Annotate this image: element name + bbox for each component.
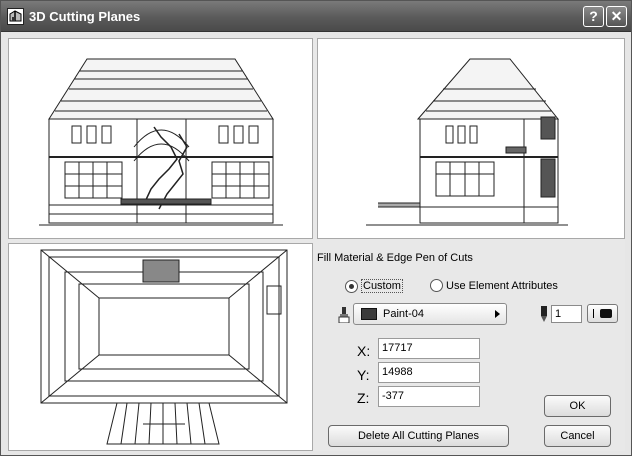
- cutting-planes-dialog: 3D Cutting Planes ? ✕ Fill Material & Ed…: [0, 0, 632, 456]
- fill-material-select[interactable]: Paint-04: [353, 303, 507, 325]
- delete-all-cutting-planes-button[interactable]: Delete All Cutting Planes: [328, 425, 509, 447]
- house-side-section-icon: [366, 58, 568, 226]
- y-coordinate-input[interactable]: 14988: [378, 362, 480, 383]
- custom-radio-label: Custom: [361, 279, 403, 293]
- cancel-button[interactable]: Cancel: [544, 425, 611, 447]
- element-attributes-radio[interactable]: Use Element Attributes: [430, 279, 558, 292]
- x-label: X:: [357, 343, 371, 359]
- custom-radio-indicator[interactable]: [345, 279, 358, 293]
- chevron-right-icon: [495, 310, 500, 318]
- cutting-planes-app-icon: [7, 8, 24, 25]
- paint-brush-icon: [338, 307, 350, 323]
- material-color-swatch: [361, 308, 377, 320]
- dialog-content: Fill Material & Edge Pen of Cuts Custom …: [8, 38, 625, 451]
- pen-number-input[interactable]: 1: [551, 305, 582, 323]
- house-plan-section-icon: [40, 249, 288, 445]
- plan-view[interactable]: [8, 243, 313, 451]
- pen-icon: [541, 306, 547, 322]
- dialog-title: 3D Cutting Planes: [29, 9, 141, 24]
- y-label: Y:: [357, 367, 370, 383]
- close-button[interactable]: ✕: [606, 6, 627, 27]
- material-value: Paint-04: [383, 308, 424, 320]
- side-elevation-view[interactable]: [317, 38, 625, 239]
- element-attributes-radio-indicator[interactable]: [430, 279, 443, 292]
- pen-color-button[interactable]: [587, 304, 618, 323]
- help-button[interactable]: ?: [583, 6, 604, 27]
- z-coordinate-input[interactable]: -377: [378, 386, 480, 407]
- ok-button[interactable]: OK: [544, 395, 611, 417]
- x-coordinate-input[interactable]: 17717: [378, 338, 480, 359]
- element-attributes-radio-label: Use Element Attributes: [446, 279, 558, 292]
- custom-radio[interactable]: Custom: [345, 279, 403, 293]
- title-bar[interactable]: 3D Cutting Planes ? ✕: [1, 1, 631, 32]
- front-elevation-view[interactable]: [8, 38, 313, 239]
- house-front-section-icon: [39, 58, 283, 226]
- fill-section-label: Fill Material & Edge Pen of Cuts: [317, 252, 473, 264]
- z-label: Z:: [357, 390, 370, 406]
